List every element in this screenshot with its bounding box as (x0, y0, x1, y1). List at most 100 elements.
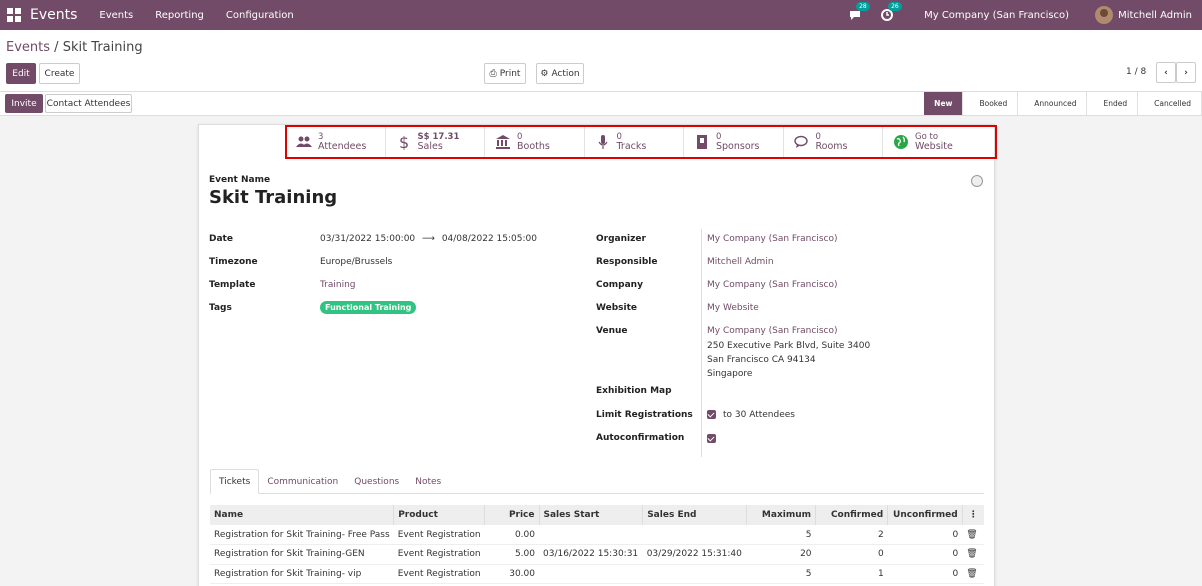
sponsor-icon (697, 135, 707, 149)
column-options-icon[interactable]: ⋮ (961, 505, 984, 525)
apps-menu-icon[interactable] (7, 8, 21, 22)
ticket-unconfirmed: 0 (887, 525, 963, 545)
col-product-header[interactable]: Product (393, 505, 485, 525)
stage-booked[interactable]: Booked (963, 92, 1019, 115)
action-label: Action (551, 68, 580, 79)
contact-attendees-button[interactable]: Contact Attendees (45, 94, 132, 113)
ticket-name: Registration for Skit Training-GEN (210, 544, 394, 565)
tab-communication[interactable]: Communication (259, 469, 346, 494)
table-row[interactable]: Registration for Skit Training- Free Pas… (210, 525, 984, 545)
pager-previous-button[interactable]: ‹ (1156, 62, 1176, 83)
booths-smart-button[interactable]: 0 Booths (484, 125, 584, 159)
limit-registrations-checkbox[interactable] (707, 410, 716, 419)
company-link[interactable]: My Company (San Francisco) (707, 280, 837, 290)
user-menu[interactable]: Mitchell Admin (1118, 10, 1192, 21)
menu-configuration[interactable]: Configuration (226, 10, 294, 21)
website-field-label: Website (596, 303, 638, 313)
autoconfirmation-label: Autoconfirmation (596, 433, 685, 443)
print-button[interactable]: ⎙ Print (484, 63, 526, 84)
organizer-link[interactable]: My Company (San Francisco) (707, 234, 837, 244)
col-sales-start-header[interactable]: Sales Start (538, 505, 643, 525)
stage-cancelled[interactable]: Cancelled (1138, 92, 1202, 115)
event-name-label: Event Name (209, 175, 271, 185)
rooms-smart-button[interactable]: 0 Rooms (782, 125, 883, 159)
pager-value[interactable]: 1 / 8 (1126, 67, 1146, 77)
tags-label: Tags (209, 303, 232, 313)
ticket-confirmed: 2 (815, 525, 888, 545)
edit-button[interactable]: Edit (6, 63, 36, 84)
limit-registrations-label: Limit Registrations (596, 410, 693, 420)
attendees-smart-button[interactable]: 3 Attendees (285, 125, 385, 159)
sponsors-label: Sponsors (716, 141, 760, 152)
breadcrumb-events-link[interactable]: Events (6, 40, 50, 55)
ticket-unconfirmed: 0 (887, 564, 963, 584)
company-label: Company (596, 280, 643, 290)
website-smart-button[interactable]: Go to Website (882, 125, 982, 159)
booths-label: Booths (517, 141, 550, 152)
col-unconfirmed-header[interactable]: Unconfirmed (887, 505, 963, 525)
table-row[interactable]: Registration for Skit Training- vip Even… (210, 564, 984, 584)
menu-reporting[interactable]: Reporting (155, 10, 204, 21)
rooms-label: Rooms (815, 141, 848, 152)
users-icon (296, 136, 312, 147)
app-brand[interactable]: Events (30, 7, 77, 23)
col-sales-end-header[interactable]: Sales End (642, 505, 747, 525)
trash-icon[interactable]: 🗑 (962, 564, 984, 584)
dollar-icon: $ (399, 134, 409, 150)
messages-icon[interactable]: 28 (848, 2, 870, 22)
action-button[interactable]: ⚙ Action (536, 63, 584, 84)
tracks-smart-button[interactable]: 0 Tracks (583, 125, 684, 159)
responsible-link[interactable]: Mitchell Admin (707, 257, 774, 267)
venue-link[interactable]: My Company (San Francisco) (707, 326, 837, 336)
bank-icon (496, 135, 510, 149)
responsible-label: Responsible (596, 257, 658, 267)
activities-icon[interactable]: 26 (880, 2, 902, 22)
tab-tickets[interactable]: Tickets (210, 469, 260, 494)
tab-questions[interactable]: Questions (346, 469, 407, 494)
col-maximum-header[interactable]: Maximum (745, 505, 816, 525)
timezone-value[interactable]: Europe/Brussels (320, 257, 392, 267)
table-row[interactable]: Registration for Skit Training-GEN Event… (210, 544, 984, 565)
date-end: 04/08/2022 15:05:00 (441, 234, 537, 244)
breadcrumb-current: Skit Training (62, 40, 143, 55)
template-link[interactable]: Training (320, 280, 356, 290)
ticket-maximum: 20 (746, 544, 816, 565)
website-link[interactable]: My Website (707, 303, 759, 313)
notebook-tabs: Tickets Communication Questions Notes (210, 469, 984, 494)
ticket-name: Registration for Skit Training- vip (210, 564, 394, 584)
company-switcher[interactable]: My Company (San Francisco) (924, 10, 1069, 21)
sales-smart-button[interactable]: $ S$ 17.31 Sales (384, 125, 485, 159)
trash-icon[interactable]: 🗑 (962, 544, 984, 565)
event-name-title[interactable]: Skit Training (209, 187, 337, 208)
user-avatar[interactable] (1095, 6, 1114, 24)
control-panel: Events / Skit Training Edit Create ⎙ Pri… (0, 30, 1202, 92)
ticket-price: 0.00 (484, 525, 539, 545)
tag-functional-training[interactable]: Functional Training (320, 301, 417, 314)
kanban-state-icon[interactable] (971, 175, 983, 187)
ticket-maximum: 5 (746, 564, 816, 584)
tab-notes[interactable]: Notes (407, 469, 449, 494)
table-header-row: Name Product Price Sales Start Sales End… (210, 505, 984, 525)
activities-badge: 26 (888, 2, 902, 11)
stage-ended[interactable]: Ended (1087, 92, 1139, 115)
date-range-value[interactable]: 03/31/2022 15:00:00 ⟶ 04/08/2022 15:05:0… (320, 234, 537, 244)
stage-announced[interactable]: Announced (1018, 92, 1088, 115)
smart-button-box: 3 Attendees $ S$ 17.31 Sales 0 Booths 0 Trac… (285, 125, 997, 159)
col-confirmed-header[interactable]: Confirmed (815, 505, 888, 525)
col-price-header[interactable]: Price (484, 505, 539, 525)
exhibition-map-label: Exhibition Map (596, 386, 672, 396)
stage-new[interactable]: New (924, 92, 964, 115)
autoconfirmation-checkbox[interactable] (707, 434, 716, 443)
ticket-confirmed: 1 (815, 564, 888, 584)
ticket-unconfirmed: 0 (887, 544, 963, 565)
attendees-label: Attendees (318, 141, 367, 152)
create-button[interactable]: Create (39, 63, 80, 84)
invite-button[interactable]: Invite (5, 94, 43, 113)
sponsors-smart-button[interactable]: 0 Sponsors (683, 125, 783, 159)
pager-next-button[interactable]: › (1176, 62, 1196, 83)
ticket-price: 5.00 (484, 544, 539, 565)
trash-icon[interactable]: 🗑 (962, 525, 984, 545)
menu-events[interactable]: Events (99, 10, 133, 21)
column-divider (701, 229, 702, 457)
col-name-header[interactable]: Name (210, 505, 394, 525)
